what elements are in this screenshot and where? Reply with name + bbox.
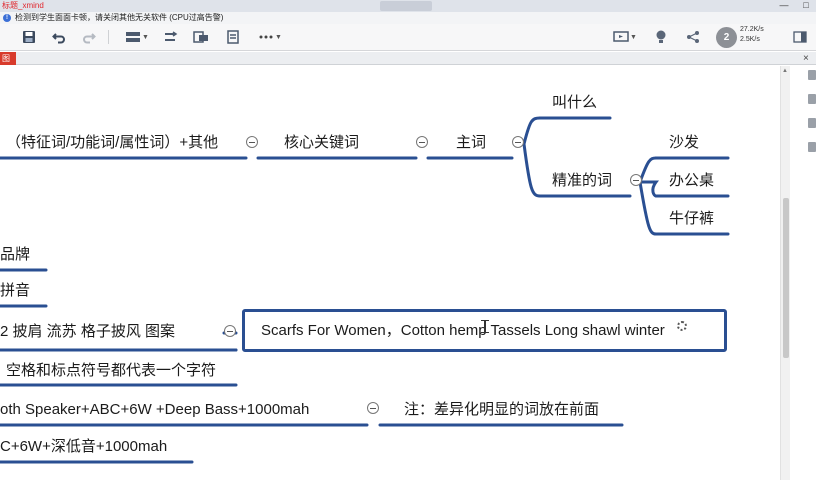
topic-note[interactable]: 注：差异化明显的词放在前面 [404, 400, 599, 420]
scrollbar-thumb[interactable] [783, 198, 789, 358]
close-icon[interactable]: × [803, 52, 809, 65]
topic-pinyin[interactable]: 拼音 [0, 281, 30, 301]
topic-main-word[interactable]: 主词 [456, 133, 486, 153]
text-cursor-icon [481, 320, 489, 333]
panel-icon[interactable] [808, 94, 816, 104]
busy-cursor-icon [677, 321, 687, 331]
collapse-toggle[interactable] [367, 402, 379, 414]
topic-speaker-english[interactable]: oth Speaker+ABC+6W +Deep Bass+1000mah [0, 400, 309, 420]
topic-brand[interactable]: 品牌 [0, 245, 30, 265]
collapse-toggle[interactable] [246, 136, 258, 148]
topic-jeans[interactable]: 牛仔裤 [669, 209, 714, 229]
collapse-toggle[interactable] [630, 174, 642, 186]
topic-office-desk[interactable]: 办公桌 [669, 171, 714, 191]
right-panel [791, 66, 816, 480]
scroll-up-icon[interactable]: ▲ [782, 68, 788, 74]
topic-core-keyword[interactable]: 核心关键词 [284, 133, 359, 153]
topic-precise-word[interactable]: 精准的词 [552, 171, 612, 191]
topic-sofa[interactable]: 沙发 [669, 133, 699, 153]
vertical-scrollbar[interactable]: ▲ [780, 66, 790, 480]
topic-what-called[interactable]: 叫什么 [552, 93, 597, 113]
topic-speaker-chinese[interactable]: C+6W+深低音+1000mah [0, 437, 167, 457]
maximize-button[interactable]: □ [796, 0, 816, 12]
panel-icon[interactable] [808, 70, 816, 80]
topic-space-rule[interactable]: 空格和标点符号都代表一个字符 [6, 361, 216, 381]
topic-scarf-chinese[interactable]: 2 披肩 流苏 格子披风 图案 [0, 322, 175, 342]
panel-icon[interactable] [808, 118, 816, 128]
panel-icon[interactable] [808, 142, 816, 152]
collapse-toggle[interactable] [512, 136, 524, 148]
topic-attribute-words[interactable]: （特征词/功能词/属性词）+其他 [6, 133, 218, 153]
collapse-toggle[interactable] [224, 325, 236, 337]
collapse-toggle[interactable] [416, 136, 428, 148]
topic-scarf-english[interactable]: Scarfs For Women，Cotton hemp Tassels Lon… [261, 321, 665, 341]
sidebar-toggle-icon[interactable] [790, 28, 810, 46]
